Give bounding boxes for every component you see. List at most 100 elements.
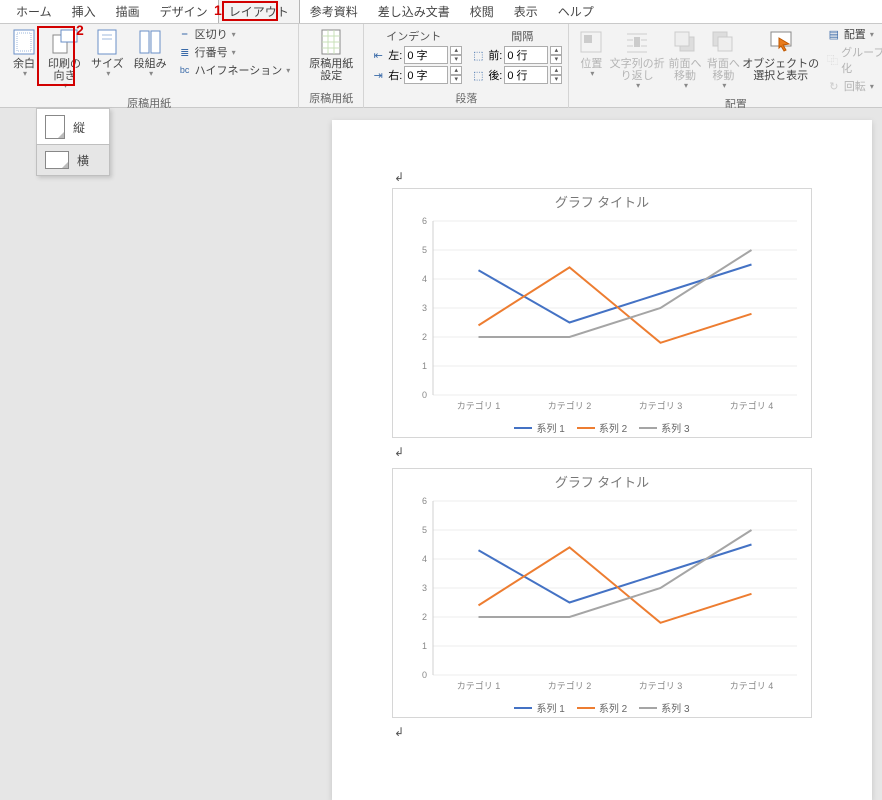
forward-icon [671, 28, 699, 56]
svg-text:4: 4 [422, 554, 427, 564]
paragraph-mark: ↲ [394, 445, 404, 460]
chevron-down-icon: ▾ [61, 82, 67, 91]
indent-right-input[interactable] [404, 66, 448, 84]
chart-2[interactable]: グラフ タイトル0123456カテゴリ 1カテゴリ 2カテゴリ 3カテゴリ 4系… [392, 468, 812, 718]
group-arrange: 位置▾ 文字列の折 り返し▾ 前面へ 移動▾ 背面へ 移動▾ オブジェクトの 選… [569, 24, 882, 108]
breaks-button[interactable]: ⎯区切り▾ [175, 26, 293, 42]
chevron-down-icon: ▾ [104, 70, 110, 79]
spacing-header: 間隔 [487, 28, 533, 44]
spacing-before-label: 前: [488, 47, 502, 63]
tab-5[interactable]: 参考資料 [300, 0, 368, 23]
chevron-down-icon: ▾ [588, 70, 594, 79]
tab-0[interactable]: ホーム [6, 0, 62, 23]
svg-text:1: 1 [422, 361, 427, 371]
chevron-down-icon: ▾ [21, 70, 27, 79]
svg-text:カテゴリ 3: カテゴリ 3 [639, 680, 683, 691]
rotate-button[interactable]: ↻回転▾ [824, 78, 882, 94]
indent-right-icon: ⇥ [370, 67, 386, 83]
svg-text:カテゴリ 4: カテゴリ 4 [730, 680, 774, 691]
chevron-down-icon: ▾ [634, 82, 640, 91]
tab-3[interactable]: デザイン [150, 0, 218, 23]
wrap-label: 文字列の折 り返し [610, 58, 665, 82]
tab-2[interactable]: 描画 [106, 0, 150, 23]
tab-4[interactable]: レイアウト [218, 0, 300, 23]
hyphenation-icon: bc [177, 62, 193, 78]
chevron-down-icon: ▾ [230, 48, 236, 57]
svg-text:グラフ タイトル: グラフ タイトル [555, 195, 649, 210]
svg-text:3: 3 [422, 583, 427, 593]
position-button[interactable]: 位置▾ [575, 26, 607, 81]
selection-pane-button[interactable]: オブジェクトの 選択と表示 [744, 26, 818, 84]
forward-button[interactable]: 前面へ 移動▾ [667, 26, 703, 93]
chevron-down-icon: ▾ [868, 82, 874, 91]
selection-pane-label: オブジェクトの 選択と表示 [742, 58, 819, 82]
tab-1[interactable]: 挿入 [62, 0, 106, 23]
orientation-landscape[interactable]: 横 [36, 144, 110, 176]
ribbon-tabs: ホーム挿入描画デザインレイアウト参考資料差し込み文書校閲表示ヘルプ [0, 0, 882, 24]
ribbon-layout: 余白▾ 印刷の 向き▾ サイズ▾ 段組み▾ ⎯区切り▾ ≣行番号▾ bcハイフネ… [0, 24, 882, 108]
svg-text:カテゴリ 1: カテゴリ 1 [457, 680, 501, 691]
spacing-after-icon: ⬚ [470, 67, 486, 83]
genko-label: 原稿用紙 設定 [309, 58, 353, 82]
spacing-after-label: 後: [488, 67, 502, 83]
svg-text:6: 6 [422, 496, 427, 506]
tab-7[interactable]: 校閲 [460, 0, 504, 23]
callout-2: 2 [76, 22, 84, 38]
chevron-down-icon: ▾ [284, 66, 290, 75]
hyphenation-button[interactable]: bcハイフネーション▾ [175, 62, 293, 78]
backward-label: 背面へ 移動 [707, 58, 740, 82]
chevron-down-icon: ▾ [682, 82, 688, 91]
spacing-after-input[interactable] [504, 66, 548, 84]
document-area: ↲ グラフ タイトル0123456カテゴリ 1カテゴリ 2カテゴリ 3カテゴリ … [0, 108, 882, 800]
wrap-button[interactable]: 文字列の折 り返し▾ [609, 26, 664, 93]
svg-text:カテゴリ 1: カテゴリ 1 [457, 400, 501, 411]
spinner[interactable]: ▴▾ [550, 66, 562, 84]
genko-button[interactable]: 原稿用紙 設定 [305, 26, 357, 84]
indent-left-label: 左: [388, 47, 402, 63]
indent-left-input[interactable] [404, 46, 448, 64]
chevron-down-icon: ▾ [147, 70, 153, 79]
align-label: 配置 [844, 26, 866, 42]
orientation-landscape-label: 横 [77, 152, 89, 169]
callout-1: 1 [214, 2, 222, 18]
tab-6[interactable]: 差し込み文書 [368, 0, 460, 23]
indent-header: インデント [386, 28, 441, 44]
spacing-before-row: ⬚前: ▴▾ [470, 46, 562, 64]
group-label: グループ化 [841, 44, 882, 76]
group-label-genko2: 原稿用紙 [305, 88, 357, 108]
backward-button[interactable]: 背面へ 移動▾ [705, 26, 741, 93]
spinner[interactable]: ▴▾ [450, 66, 462, 84]
tab-9[interactable]: ヘルプ [548, 0, 604, 23]
tab-8[interactable]: 表示 [504, 0, 548, 23]
group-icon: ⿻ [826, 52, 839, 68]
line-numbers-button[interactable]: ≣行番号▾ [175, 44, 293, 60]
svg-text:0: 0 [422, 390, 427, 400]
orientation-portrait[interactable]: 縦 [37, 109, 109, 145]
rotate-label: 回転 [844, 78, 866, 94]
group-button[interactable]: ⿻グループ化▾ [824, 44, 882, 76]
wrap-icon [623, 28, 651, 56]
breaks-icon: ⎯ [177, 26, 193, 42]
svg-text:0: 0 [422, 670, 427, 680]
svg-text:3: 3 [422, 303, 427, 313]
svg-text:カテゴリ 2: カテゴリ 2 [548, 680, 592, 691]
orientation-label: 印刷の 向き [48, 58, 81, 82]
spinner[interactable]: ▴▾ [450, 46, 462, 64]
svg-text:5: 5 [422, 525, 427, 535]
group-paragraph: インデント 間隔 ⇤左: ▴▾ ⬚前: ▴▾ ⇥右: [364, 24, 569, 108]
svg-text:4: 4 [422, 274, 427, 284]
align-button[interactable]: ▤配置▾ [824, 26, 882, 42]
orientation-icon [51, 28, 79, 56]
chevron-down-icon: ▾ [720, 82, 726, 91]
svg-text:6: 6 [422, 216, 427, 226]
margins-button[interactable]: 余白▾ [6, 26, 42, 81]
spinner[interactable]: ▴▾ [550, 46, 562, 64]
spacing-before-input[interactable] [504, 46, 548, 64]
columns-button[interactable]: 段組み▾ [130, 26, 171, 81]
chart-1[interactable]: グラフ タイトル0123456カテゴリ 1カテゴリ 2カテゴリ 3カテゴリ 4系… [392, 188, 812, 438]
page: ↲ グラフ タイトル0123456カテゴリ 1カテゴリ 2カテゴリ 3カテゴリ … [332, 120, 872, 800]
backward-icon [709, 28, 737, 56]
group-page-setup: 余白▾ 印刷の 向き▾ サイズ▾ 段組み▾ ⎯区切り▾ ≣行番号▾ bcハイフネ… [0, 24, 299, 108]
spacing-after-row: ⬚後: ▴▾ [470, 66, 562, 84]
size-button[interactable]: サイズ▾ [87, 26, 128, 81]
